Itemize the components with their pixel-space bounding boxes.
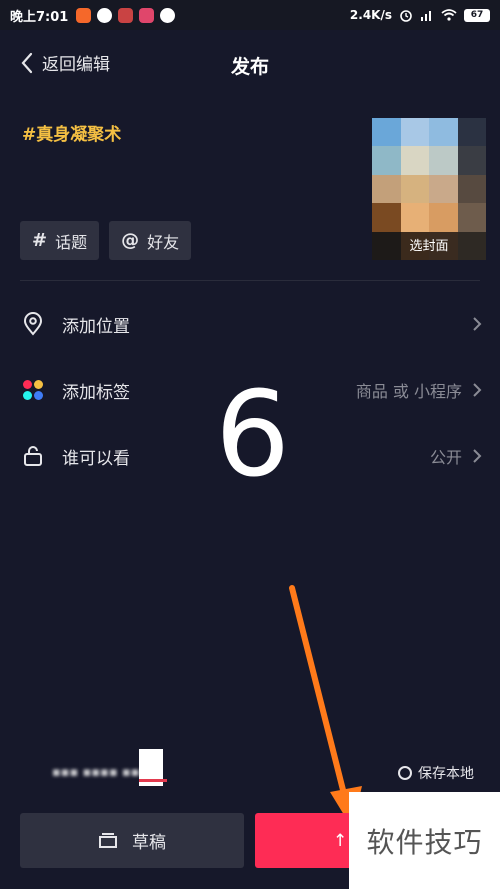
app-notification-icon xyxy=(76,7,92,23)
publish-arrow-icon: ↑ xyxy=(333,830,348,851)
topic-label: 话题 xyxy=(55,232,88,252)
app-notification-icon xyxy=(139,7,155,23)
topic-button[interactable]: # 话题 xyxy=(20,221,100,260)
friend-label: 好友 xyxy=(147,232,180,252)
cover-pixel xyxy=(372,146,401,175)
save-local-toggle[interactable]: 保存本地 xyxy=(398,763,474,783)
signal-icon xyxy=(421,11,431,21)
radio-icon xyxy=(398,766,412,780)
save-local-label: 保存本地 xyxy=(418,766,474,782)
watermark: 软件技巧 xyxy=(349,792,500,889)
cover-pixel xyxy=(400,118,429,147)
cover-pixel xyxy=(457,203,486,232)
add-tag-label: 添加标签 xyxy=(62,382,130,403)
cover-pixel xyxy=(372,174,401,204)
at-icon: @ xyxy=(121,230,140,251)
app-notification-icon xyxy=(97,7,113,23)
chip-row: # 话题 @ 好友 xyxy=(20,221,192,260)
hashtag-icon: # xyxy=(32,230,48,251)
chevron-right-icon xyxy=(473,383,482,397)
step-number-overlay: 6 xyxy=(215,365,291,503)
cover-pixel xyxy=(400,174,429,204)
tag-dots-icon xyxy=(20,377,46,403)
draft-box-icon xyxy=(99,832,117,848)
location-pin-icon xyxy=(20,311,46,337)
cover-pixel xyxy=(400,146,429,175)
blurred-text: ▪▪▪ ▪▪▪▪ ▪▪▪ xyxy=(52,765,149,780)
caption-text[interactable]: #真身凝聚术 xyxy=(22,120,121,145)
battery-indicator: 67 xyxy=(464,8,490,22)
network-speed: 2.4K/s xyxy=(349,8,392,22)
draft-label: 草稿 xyxy=(132,833,166,853)
page-title: 发布 xyxy=(230,56,269,78)
cover-pixel xyxy=(372,118,401,147)
cover-pixel xyxy=(457,146,486,175)
tag-value: 商品 或 小程序 xyxy=(355,382,462,401)
cover-pixel xyxy=(429,146,458,175)
add-location-row[interactable]: 添加位置 xyxy=(20,299,482,349)
cover-selector[interactable]: 选封面 xyxy=(372,118,486,260)
cover-pixel xyxy=(429,118,458,147)
redaction-patch xyxy=(139,749,167,786)
chevron-right-icon xyxy=(473,317,482,331)
chevron-right-icon xyxy=(473,449,482,463)
wifi-icon xyxy=(441,9,457,21)
cover-pixel xyxy=(457,118,486,147)
cover-pixel xyxy=(457,174,486,204)
cover-label: 选封面 xyxy=(409,239,449,254)
header: 返回编辑 发布 xyxy=(0,40,500,88)
status-bar: 晚上7:01 2.4K/s 67 xyxy=(0,0,500,30)
cover-pixel xyxy=(400,203,429,232)
cover-pixel xyxy=(372,203,401,232)
visibility-label: 谁可以看 xyxy=(62,448,130,469)
divider xyxy=(20,280,480,281)
app-notification-icon xyxy=(160,7,176,23)
unlock-icon xyxy=(20,443,46,469)
mention-friend-button[interactable]: @ 好友 xyxy=(109,221,192,260)
cover-pixel xyxy=(429,203,458,232)
status-time: 晚上7:01 xyxy=(10,9,69,25)
app-notification-icon xyxy=(118,7,134,23)
draft-button[interactable]: 草稿 xyxy=(20,813,244,868)
add-location-label: 添加位置 xyxy=(62,316,130,337)
visibility-value: 公开 xyxy=(429,448,462,467)
cover-pixel xyxy=(429,174,458,204)
alarm-icon xyxy=(400,10,412,22)
